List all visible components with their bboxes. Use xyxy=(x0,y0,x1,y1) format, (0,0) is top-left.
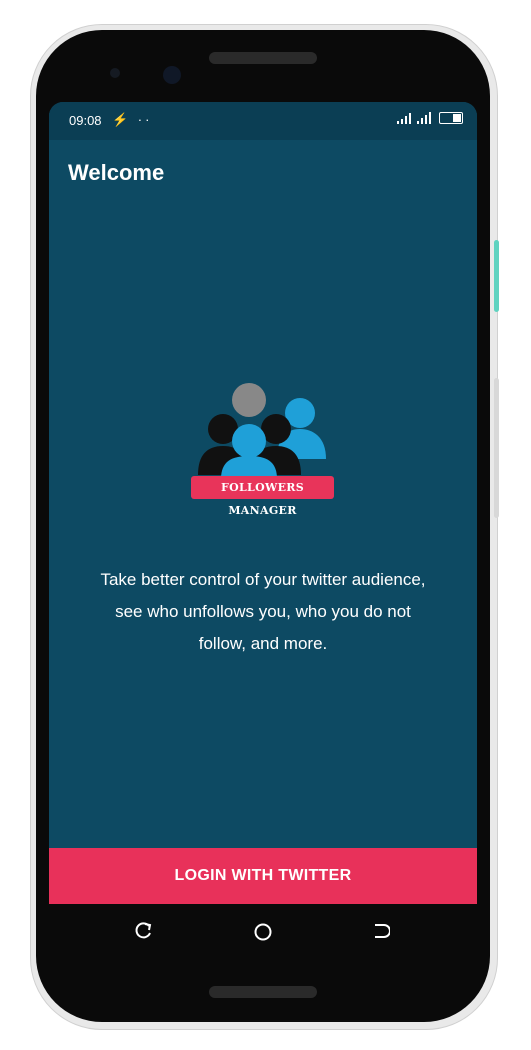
status-icons xyxy=(397,112,463,124)
signal-icon xyxy=(397,112,431,124)
home-icon[interactable] xyxy=(253,922,273,942)
earpiece-speaker xyxy=(209,52,317,64)
status-bar: 09:08 ⚡ ·· xyxy=(49,102,477,140)
front-camera-lens-icon xyxy=(163,66,181,84)
notification-icons: ⚡ ·· xyxy=(112,112,153,127)
system-navigation-bar xyxy=(49,904,477,960)
welcome-description: Take better control of your twitter audi… xyxy=(100,570,426,653)
recent-apps-icon[interactable] xyxy=(135,922,153,940)
login-with-twitter-button[interactable]: LOGIN WITH TWITTER xyxy=(49,848,477,904)
bottom-speaker xyxy=(209,986,317,998)
status-time: 09:08 xyxy=(69,113,102,128)
volume-button xyxy=(494,378,499,518)
back-icon[interactable] xyxy=(372,922,390,940)
power-button xyxy=(494,240,499,312)
logo-badge: FOLLOWERS MANAGER xyxy=(191,476,334,517)
page-title: Welcome xyxy=(68,160,165,185)
battery-icon xyxy=(439,112,463,124)
front-camera-icon xyxy=(110,68,120,78)
